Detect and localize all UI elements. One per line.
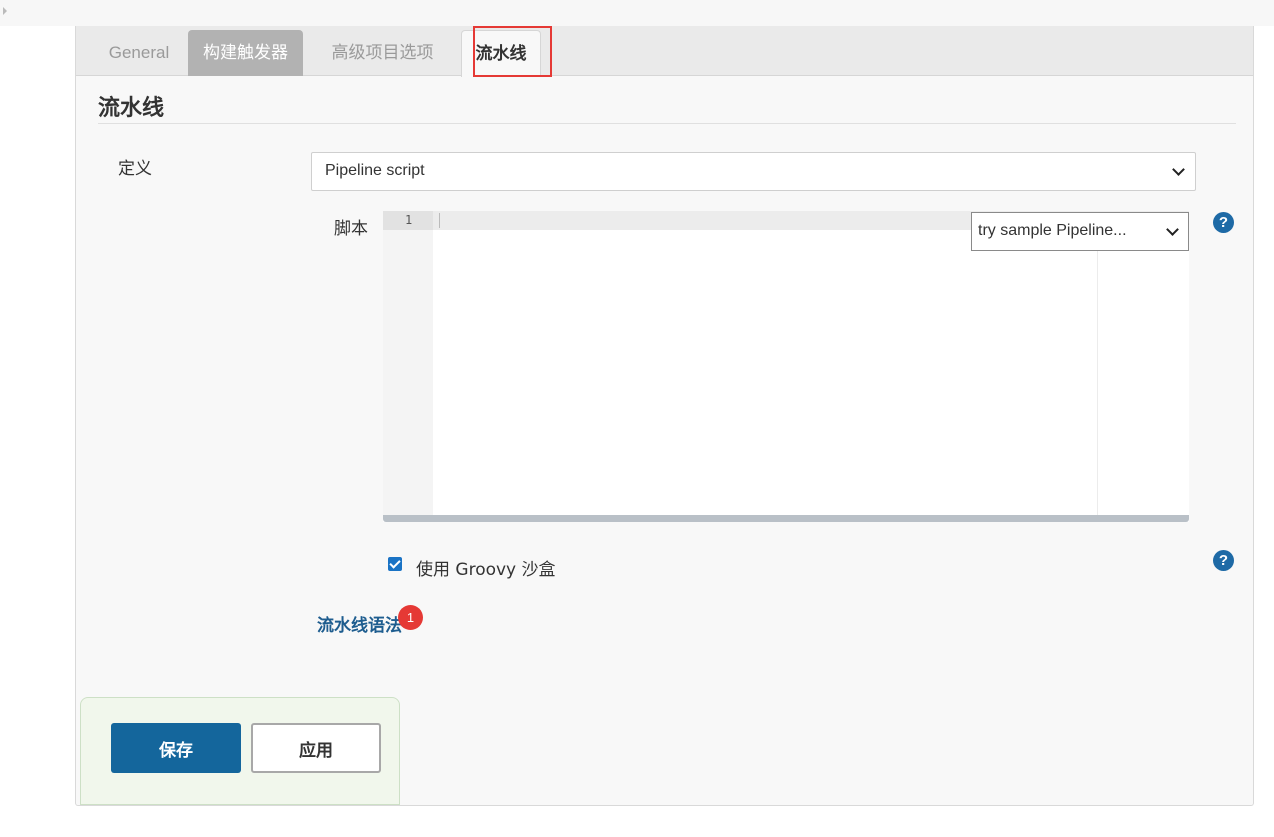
section-divider: [98, 123, 1236, 124]
save-button[interactable]: 保存: [111, 723, 241, 773]
horizontal-scrollbar[interactable]: [383, 515, 1189, 522]
tab-bar: General 构建触发器 高级项目选项 流水线: [76, 26, 1253, 77]
line-number: 1: [405, 213, 413, 227]
script-label: 脚本: [334, 219, 368, 239]
definition-label: 定义: [118, 159, 152, 179]
script-editor[interactable]: 1: [383, 211, 1189, 522]
text-cursor: [439, 213, 440, 228]
line-number-row: 1: [383, 211, 433, 230]
sandbox-checkbox[interactable]: [388, 557, 402, 571]
pipeline-syntax-link[interactable]: 流水线语法: [317, 611, 402, 636]
definition-select-value: Pipeline script: [325, 162, 425, 179]
tab-advanced-options[interactable]: 高级项目选项: [319, 30, 446, 76]
apply-button[interactable]: 应用: [251, 723, 381, 773]
print-margin: [1097, 230, 1098, 515]
help-icon[interactable]: ?: [1213, 550, 1234, 571]
chevron-down-icon: [1172, 163, 1185, 176]
bottom-action-bar: 保存 应用: [80, 697, 400, 805]
tab-build-triggers[interactable]: 构建触发器: [188, 30, 303, 76]
tab-general[interactable]: General: [89, 30, 189, 76]
line-gutter: 1: [383, 211, 433, 515]
sample-pipeline-select[interactable]: try sample Pipeline...: [971, 212, 1189, 251]
help-icon[interactable]: ?: [1213, 212, 1234, 233]
highlight-box: [473, 26, 552, 77]
config-panel: General 构建触发器 高级项目选项 流水线 流水线 定义 Pipeline…: [75, 26, 1254, 806]
collapse-arrow-icon[interactable]: [3, 7, 7, 15]
sandbox-label: 使用 Groovy 沙盒: [416, 560, 556, 580]
definition-select[interactable]: Pipeline script: [311, 152, 1196, 191]
chevron-down-icon: [1166, 223, 1179, 236]
section-title: 流水线: [98, 96, 165, 121]
sample-pipeline-value: try sample Pipeline...: [978, 222, 1127, 239]
annotation-badge: 1: [398, 605, 423, 630]
top-strip: [0, 0, 1274, 26]
